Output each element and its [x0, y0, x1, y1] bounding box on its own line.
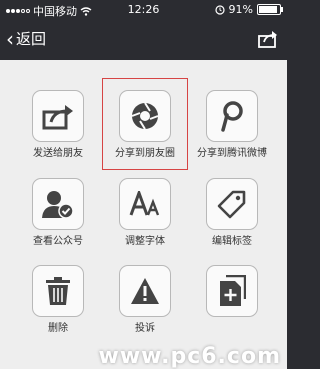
action-send-to-friend[interactable]: 发送给朋友 — [12, 90, 104, 160]
action-adjust-font[interactable]: 调整字体 — [99, 178, 191, 248]
tencent-weibo-icon — [221, 101, 243, 132]
nav-bar: ‹ 返回 — [0, 20, 287, 60]
action-label: 投诉 — [135, 323, 155, 334]
back-button[interactable]: ‹ 返回 — [6, 28, 46, 49]
action-tile — [119, 265, 171, 317]
action-tile — [119, 178, 171, 230]
action-edit-tags[interactable]: 编辑标签 — [186, 178, 278, 248]
trash-icon — [46, 277, 70, 305]
action-view-official-account[interactable]: 查看公众号 — [12, 178, 104, 248]
action-label: 发送给朋友 — [33, 148, 83, 159]
font-size-icon — [129, 191, 160, 216]
verified-user-icon — [42, 191, 74, 219]
action-tile — [32, 90, 84, 142]
action-label: 删除 — [48, 323, 68, 334]
action-tile — [32, 265, 84, 317]
action-label: 查看公众号 — [33, 236, 83, 247]
action-copy-link[interactable] — [186, 265, 278, 322]
action-share-tencent-weibo[interactable]: 分享到腾讯微博 — [186, 90, 278, 160]
share-arrow-icon — [42, 105, 73, 130]
action-label: 调整字体 — [125, 236, 165, 247]
share-icon[interactable] — [257, 29, 279, 49]
watermark: www.pc6.com — [98, 344, 281, 369]
alarm-icon — [214, 4, 225, 15]
action-tile — [32, 178, 84, 230]
action-tile — [206, 90, 258, 142]
action-label: 分享到腾讯微博 — [197, 148, 267, 159]
add-document-icon — [220, 275, 246, 306]
status-right-group: 91% — [214, 3, 283, 16]
warning-icon — [131, 278, 159, 304]
back-label: 返回 — [16, 30, 47, 48]
action-delete[interactable]: 删除 — [12, 265, 104, 335]
tag-icon — [217, 190, 246, 219]
action-label: 编辑标签 — [212, 236, 252, 247]
battery-percent: 91% — [228, 3, 253, 16]
chevron-left-icon: ‹ — [6, 26, 14, 51]
highlight-box — [102, 78, 188, 170]
action-tile — [206, 178, 258, 230]
action-complain[interactable]: 投诉 — [99, 265, 191, 335]
status-bar: 中国移动 12:26 91% — [0, 0, 287, 20]
action-tile — [206, 265, 258, 317]
battery-icon — [257, 4, 283, 15]
